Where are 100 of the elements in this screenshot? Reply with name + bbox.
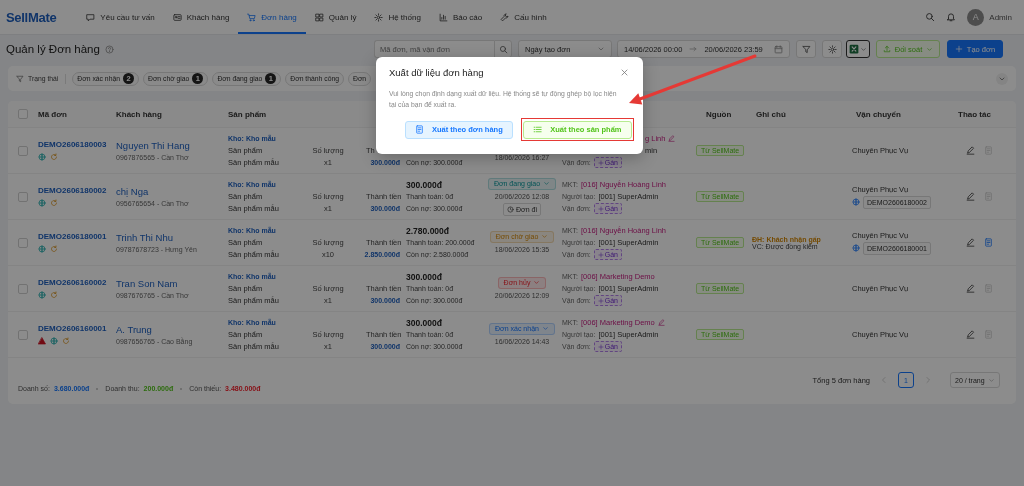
globe-icon [38,153,46,161]
settings-button[interactable] [822,40,842,58]
plus-icon [597,343,604,350]
row-checkbox[interactable] [18,329,28,340]
nav-tab[interactable]: Yêu cầu tư vấn [77,0,164,34]
customer-name-link[interactable]: A. Trung [116,324,228,335]
dialog-title: Xuất dữ liệu đơn hàng [389,67,484,78]
pencil-icon [966,330,975,339]
plus-icon [597,297,604,304]
wrench-icon [500,12,510,22]
refresh-icon [50,291,58,299]
search-icon[interactable] [925,12,936,22]
search-button[interactable] [494,40,512,58]
order-total: 300.000đ [406,178,443,191]
nav-tab[interactable]: Báo cáo [429,0,492,34]
clock-icon [507,205,515,213]
caret-icon [988,376,995,384]
plus-icon [597,159,604,166]
invoice-button[interactable] [984,238,993,247]
select-all-checkbox[interactable] [18,109,28,119]
cart-icon [247,12,257,22]
refresh-icon [50,153,58,161]
order-total: 300.000đ [406,270,443,283]
excel-export-button[interactable] [846,40,870,58]
globe-icon [38,199,46,207]
globe-icon [38,291,46,299]
plus-icon [597,205,604,212]
column-header: Sản phẩm [228,109,267,119]
edit-button[interactable] [966,192,975,201]
column-header: Nguồn [705,109,732,119]
collapse-button[interactable] [996,72,1008,85]
customer-name-link[interactable]: Tran Son Nam [116,278,228,289]
globe-icon [852,244,860,252]
gear-icon [827,44,837,54]
column-header: Ghi chú [755,109,786,119]
bar-chart-icon [438,12,448,22]
pencil-icon [966,238,975,247]
pencil-icon [966,284,975,293]
nav-tab[interactable]: Đơn hàng [238,0,306,34]
arrow-icon [689,45,698,53]
document-icon [984,238,993,247]
help-icon [104,44,114,54]
refresh-icon [62,337,70,345]
edit-button[interactable] [966,238,975,247]
user-name: Admin [989,12,1012,22]
funnel-icon [801,44,811,54]
document-icon [415,125,424,134]
caret-icon [926,45,934,53]
order-total: 300.000đ [406,316,443,329]
list-icon [533,125,543,134]
nav-tab[interactable]: Cấu hình [491,0,556,34]
row-checkbox[interactable] [18,191,28,202]
caret-icon [860,45,867,53]
order-code-link[interactable]: DEMO2606180002 [38,186,116,195]
globe-icon [852,198,860,206]
globe-icon [50,337,58,345]
caret-icon [597,45,605,53]
close-icon [620,68,629,77]
warning-icon [38,337,46,345]
column-header: Mã đơn [38,109,67,119]
column-header: Thao tác [958,109,991,119]
grid-icon [314,12,324,22]
column-header: Khách hàng [116,109,162,119]
app-logo: SellMate [6,9,57,25]
customer-name-link[interactable]: Trinh Thi Nhu [116,232,228,243]
column-header: Vận chuyển [855,109,901,119]
pencil-icon [966,192,975,201]
search-icon [498,44,508,54]
refresh-icon [50,199,58,207]
globe-icon [38,245,46,253]
upload-icon [882,45,891,53]
pencil-icon [966,146,975,155]
page-title: Quản lý Đơn hàng [6,43,100,55]
calendar-icon [774,44,783,54]
pencil-icon[interactable] [668,135,676,142]
order-code-link[interactable]: DEMO2606160002 [38,278,116,287]
notification-bell-icon[interactable] [946,12,957,22]
spreadsheet-icon [849,44,859,54]
filter-button[interactable] [796,40,816,58]
edit-button[interactable] [966,146,975,155]
customer-name-link[interactable]: chị Nga [116,186,228,197]
row-checkbox[interactable] [18,145,28,156]
funnel-icon [16,74,24,83]
order-total: 2.780.000đ [406,224,450,237]
customer-name-link[interactable]: Nguyen Thi Hang [116,140,228,151]
nav-tab[interactable]: Khách hàng [163,0,239,34]
caret-icon [541,233,549,240]
edit-button[interactable] [966,284,975,293]
refresh-icon [50,245,58,253]
pencil-icon[interactable] [657,319,665,326]
caret-icon [541,325,549,332]
nav-tab[interactable]: Quản lý [305,0,366,34]
order-code-link[interactable]: DEMO2606160001 [38,324,116,333]
row-checkbox[interactable] [18,283,28,294]
close-button[interactable] [620,68,629,77]
order-code-link[interactable]: DEMO2606180003 [38,140,116,149]
order-code-link[interactable]: DEMO2606180001 [38,232,116,241]
nav-tab[interactable]: Hệ thống [365,0,430,34]
edit-button[interactable] [966,330,975,339]
row-checkbox[interactable] [18,237,28,248]
